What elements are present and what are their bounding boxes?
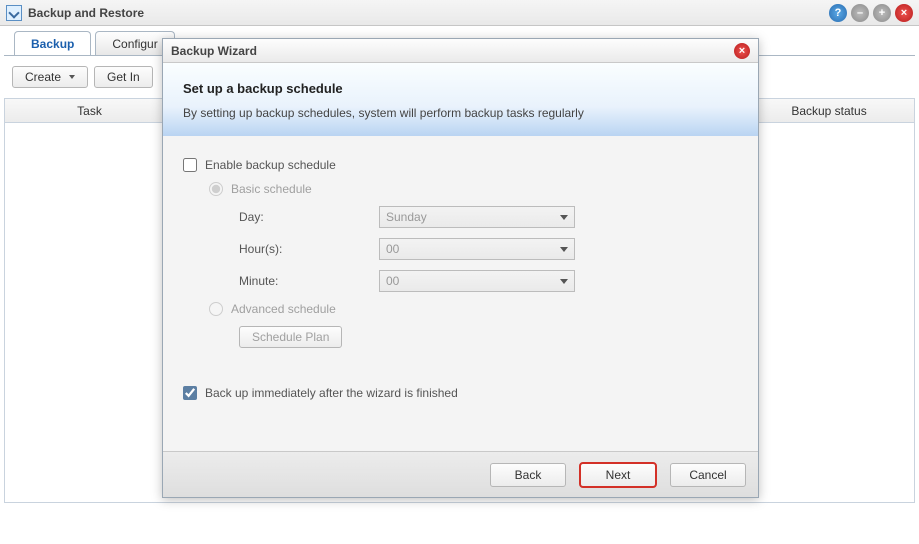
create-button[interactable]: Create: [12, 66, 88, 88]
advanced-schedule-label: Advanced schedule: [231, 302, 336, 316]
minute-select: 00: [379, 270, 575, 292]
schedule-plan-button: Schedule Plan: [239, 326, 342, 348]
next-label: Next: [606, 468, 631, 482]
wizard-body: Enable backup schedule Basic schedule Da…: [163, 136, 758, 451]
close-icon[interactable]: ×: [895, 4, 913, 22]
wizard-close-icon[interactable]: ×: [734, 43, 750, 59]
getinfo-label: Get In: [107, 70, 140, 84]
wizard-footer: Back Next Cancel: [163, 451, 758, 497]
hour-row: Hour(s): 00: [183, 238, 738, 260]
col-task: Task: [5, 99, 175, 122]
cancel-button[interactable]: Cancel: [670, 463, 746, 487]
create-label: Create: [25, 70, 61, 84]
help-icon[interactable]: ?: [829, 4, 847, 22]
caret-down-icon: [69, 75, 75, 79]
col-status: Backup status: [744, 99, 914, 122]
back-label: Back: [515, 468, 542, 482]
basic-schedule-label: Basic schedule: [231, 182, 312, 196]
maximize-icon[interactable]: +: [873, 4, 891, 22]
wizard-heading: Set up a backup schedule: [183, 81, 738, 96]
hour-value: 00: [386, 242, 399, 256]
window-titlebar: Backup and Restore ? – + ×: [0, 0, 919, 26]
backup-wizard-dialog: Backup Wizard × Set up a backup schedule…: [162, 38, 759, 498]
chevron-down-icon: [560, 247, 568, 252]
day-row: Day: Sunday: [183, 206, 738, 228]
enable-schedule-row: Enable backup schedule: [183, 158, 738, 172]
enable-schedule-checkbox[interactable]: [183, 158, 197, 172]
backup-immediately-checkbox[interactable]: [183, 386, 197, 400]
tab-backup[interactable]: Backup: [14, 31, 91, 55]
enable-schedule-label: Enable backup schedule: [205, 158, 336, 172]
back-button[interactable]: Back: [490, 463, 566, 487]
wizard-titlebar: Backup Wizard ×: [163, 39, 758, 63]
chevron-down-icon: [560, 279, 568, 284]
wizard-title: Backup Wizard: [171, 44, 257, 58]
day-label: Day:: [239, 210, 379, 224]
next-button[interactable]: Next: [580, 463, 656, 487]
cancel-label: Cancel: [689, 468, 726, 482]
backup-immediately-row: Back up immediately after the wizard is …: [183, 386, 738, 400]
hour-label: Hour(s):: [239, 242, 379, 256]
wizard-banner: Set up a backup schedule By setting up b…: [163, 63, 758, 136]
basic-schedule-row: Basic schedule: [183, 182, 738, 196]
app-icon: [6, 5, 22, 21]
backup-immediately-label: Back up immediately after the wizard is …: [205, 386, 458, 400]
hour-select: 00: [379, 238, 575, 260]
minimize-icon[interactable]: –: [851, 4, 869, 22]
advanced-schedule-row: Advanced schedule: [183, 302, 738, 316]
minute-row: Minute: 00: [183, 270, 738, 292]
minute-label: Minute:: [239, 274, 379, 288]
chevron-down-icon: [560, 215, 568, 220]
minute-value: 00: [386, 274, 399, 288]
schedule-plan-label: Schedule Plan: [252, 330, 329, 344]
day-select: Sunday: [379, 206, 575, 228]
advanced-schedule-radio: [209, 302, 223, 316]
basic-schedule-radio: [209, 182, 223, 196]
day-value: Sunday: [386, 210, 427, 224]
wizard-subheading: By setting up backup schedules, system w…: [183, 106, 738, 120]
getinfo-button[interactable]: Get In: [94, 66, 153, 88]
window-title: Backup and Restore: [28, 6, 144, 20]
schedule-plan-row: Schedule Plan: [183, 326, 738, 348]
